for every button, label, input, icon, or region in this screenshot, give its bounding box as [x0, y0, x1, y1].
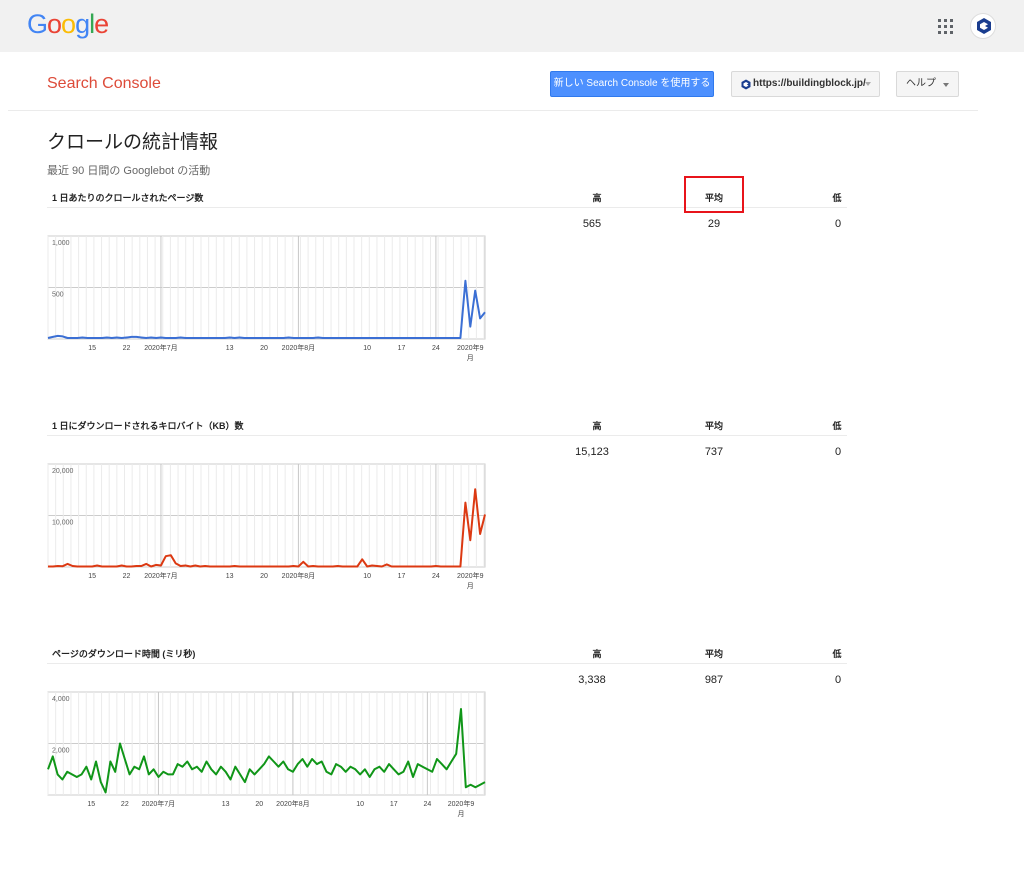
low-value: 0 [834, 218, 842, 230]
download-time-section: ページのダウンロード時間 (ミリ秒) 高 平均 低 3,338 987 0 4,… [0, 647, 1024, 867]
column-avg-header: 平均 [704, 421, 723, 431]
column-low-header: 低 [832, 649, 842, 659]
x-tick-label: 2020年8月 [282, 343, 315, 352]
y-tick-label: 2,000 [52, 748, 70, 755]
kilobytes-downloaded-section: 1 日にダウンロードされるキロバイト（KB）数 高 平均 低 15,123 73… [0, 419, 1024, 639]
x-tick-label: 13 [226, 573, 234, 580]
x-tick-label: 24 [423, 801, 431, 808]
x-tick-label: 20 [255, 801, 263, 808]
section-divider [47, 663, 847, 664]
column-high-header: 高 [592, 421, 602, 431]
logo-letter: o [47, 9, 62, 39]
x-tick-label: 24 [432, 573, 440, 580]
x-tick-label: 2020年8月 [282, 571, 315, 580]
logo-letter: o [61, 9, 76, 39]
y-tick-label: 20,000 [52, 468, 74, 475]
column-avg-header: 平均 [704, 649, 723, 659]
avg-value: 737 [704, 446, 724, 458]
top-bar: Google [0, 0, 1024, 52]
x-tick-label: 月 [457, 810, 464, 818]
kilobytes-downloaded-chart: 20,000 10,000 15 22 2020年7月 13 20 2020年8月 10 17 24… [47, 463, 486, 590]
chevron-down-icon [865, 82, 871, 86]
section-divider [47, 435, 847, 436]
search-console-title[interactable]: Search Console [47, 75, 161, 93]
low-value: 0 [834, 446, 842, 458]
x-tick-label: 15 [88, 345, 96, 352]
x-tick-label: 20 [260, 573, 268, 580]
high-value: 565 [582, 218, 602, 230]
highlight-annotation-box [684, 176, 744, 213]
x-tick-label: 10 [356, 801, 364, 808]
page-subtitle: 最近 90 日間の Googlebot の活動 [47, 165, 211, 177]
y-tick-label: 1,000 [52, 240, 70, 247]
x-tick-label: 17 [398, 573, 406, 580]
x-tick-label: 2020年9 [457, 343, 484, 352]
x-tick-label: 2020年8月 [276, 799, 309, 808]
logo-letter: g [75, 9, 90, 39]
low-value: 0 [834, 674, 842, 686]
x-tick-label: 2020年7月 [142, 799, 175, 808]
section-title: 1 日あたりのクロールされたページ数 [52, 193, 204, 203]
account-avatar-icon[interactable] [970, 13, 996, 39]
x-tick-label: 13 [226, 345, 234, 352]
crawled-pages-section: 1 日あたりのクロールされたページ数 高 平均 低 565 29 0 1,000… [0, 191, 1024, 411]
site-favicon-icon [741, 79, 751, 90]
avg-value: 987 [704, 674, 724, 686]
x-tick-label: 17 [398, 345, 406, 352]
y-tick-label: 10,000 [52, 520, 74, 527]
x-tick-label: 20 [260, 345, 268, 352]
series-line [48, 488, 486, 568]
avg-value: 29 [707, 218, 721, 230]
header-divider [8, 110, 978, 111]
help-label: ヘルプ [906, 78, 936, 89]
section-title: ページのダウンロード時間 (ミリ秒) [52, 649, 196, 659]
y-tick-label: 500 [52, 292, 64, 299]
column-low-header: 低 [832, 421, 842, 431]
x-tick-label: 2020年7月 [144, 571, 177, 580]
x-tick-label: 月 [467, 582, 474, 590]
logo-letter: G [27, 9, 48, 39]
y-tick-label: 4,000 [52, 696, 70, 703]
x-tick-label: 2020年7月 [144, 343, 177, 352]
x-tick-label: 月 [467, 354, 474, 362]
high-value: 3,338 [578, 674, 606, 686]
chevron-down-icon [943, 83, 949, 87]
x-tick-label: 2020年9 [448, 799, 475, 808]
crawled-pages-chart: 1,000 500 15 22 2020年7月 13 20 2020年8月 10 17 24 2020… [47, 235, 486, 362]
logo-letter: e [94, 9, 109, 39]
property-url: https://buildingblock.jp/ [753, 78, 866, 89]
x-tick-label: 22 [121, 801, 129, 808]
section-title: 1 日にダウンロードされるキロバイト（KB）数 [52, 421, 244, 431]
column-high-header: 高 [592, 193, 602, 203]
column-low-header: 低 [832, 193, 842, 203]
column-high-header: 高 [592, 649, 602, 659]
x-tick-label: 10 [363, 345, 371, 352]
x-tick-label: 22 [123, 345, 131, 352]
x-tick-label: 2020年9 [457, 571, 484, 580]
x-tick-label: 15 [88, 573, 96, 580]
x-tick-label: 22 [123, 573, 131, 580]
use-new-search-console-button[interactable]: 新しい Search Console を使用する [550, 71, 714, 97]
x-tick-label: 24 [432, 345, 440, 352]
apps-grid-icon[interactable] [938, 19, 953, 34]
property-selector[interactable]: https://buildingblock.jp/ [731, 71, 880, 97]
page-title: クロールの統計情報 [47, 132, 219, 153]
x-tick-label: 15 [87, 801, 95, 808]
series-line [47, 708, 486, 794]
x-tick-label: 10 [363, 573, 371, 580]
help-button[interactable]: ヘルプ [896, 71, 959, 97]
x-tick-label: 17 [390, 801, 398, 808]
high-value: 15,123 [575, 446, 609, 458]
series-line [47, 279, 486, 339]
download-time-chart: 4,000 2,000 15 22 2020年7月 13 20 2020年8月 10 17 24 20… [47, 691, 486, 818]
x-tick-label: 13 [222, 801, 230, 808]
google-logo[interactable]: Google [27, 9, 109, 40]
